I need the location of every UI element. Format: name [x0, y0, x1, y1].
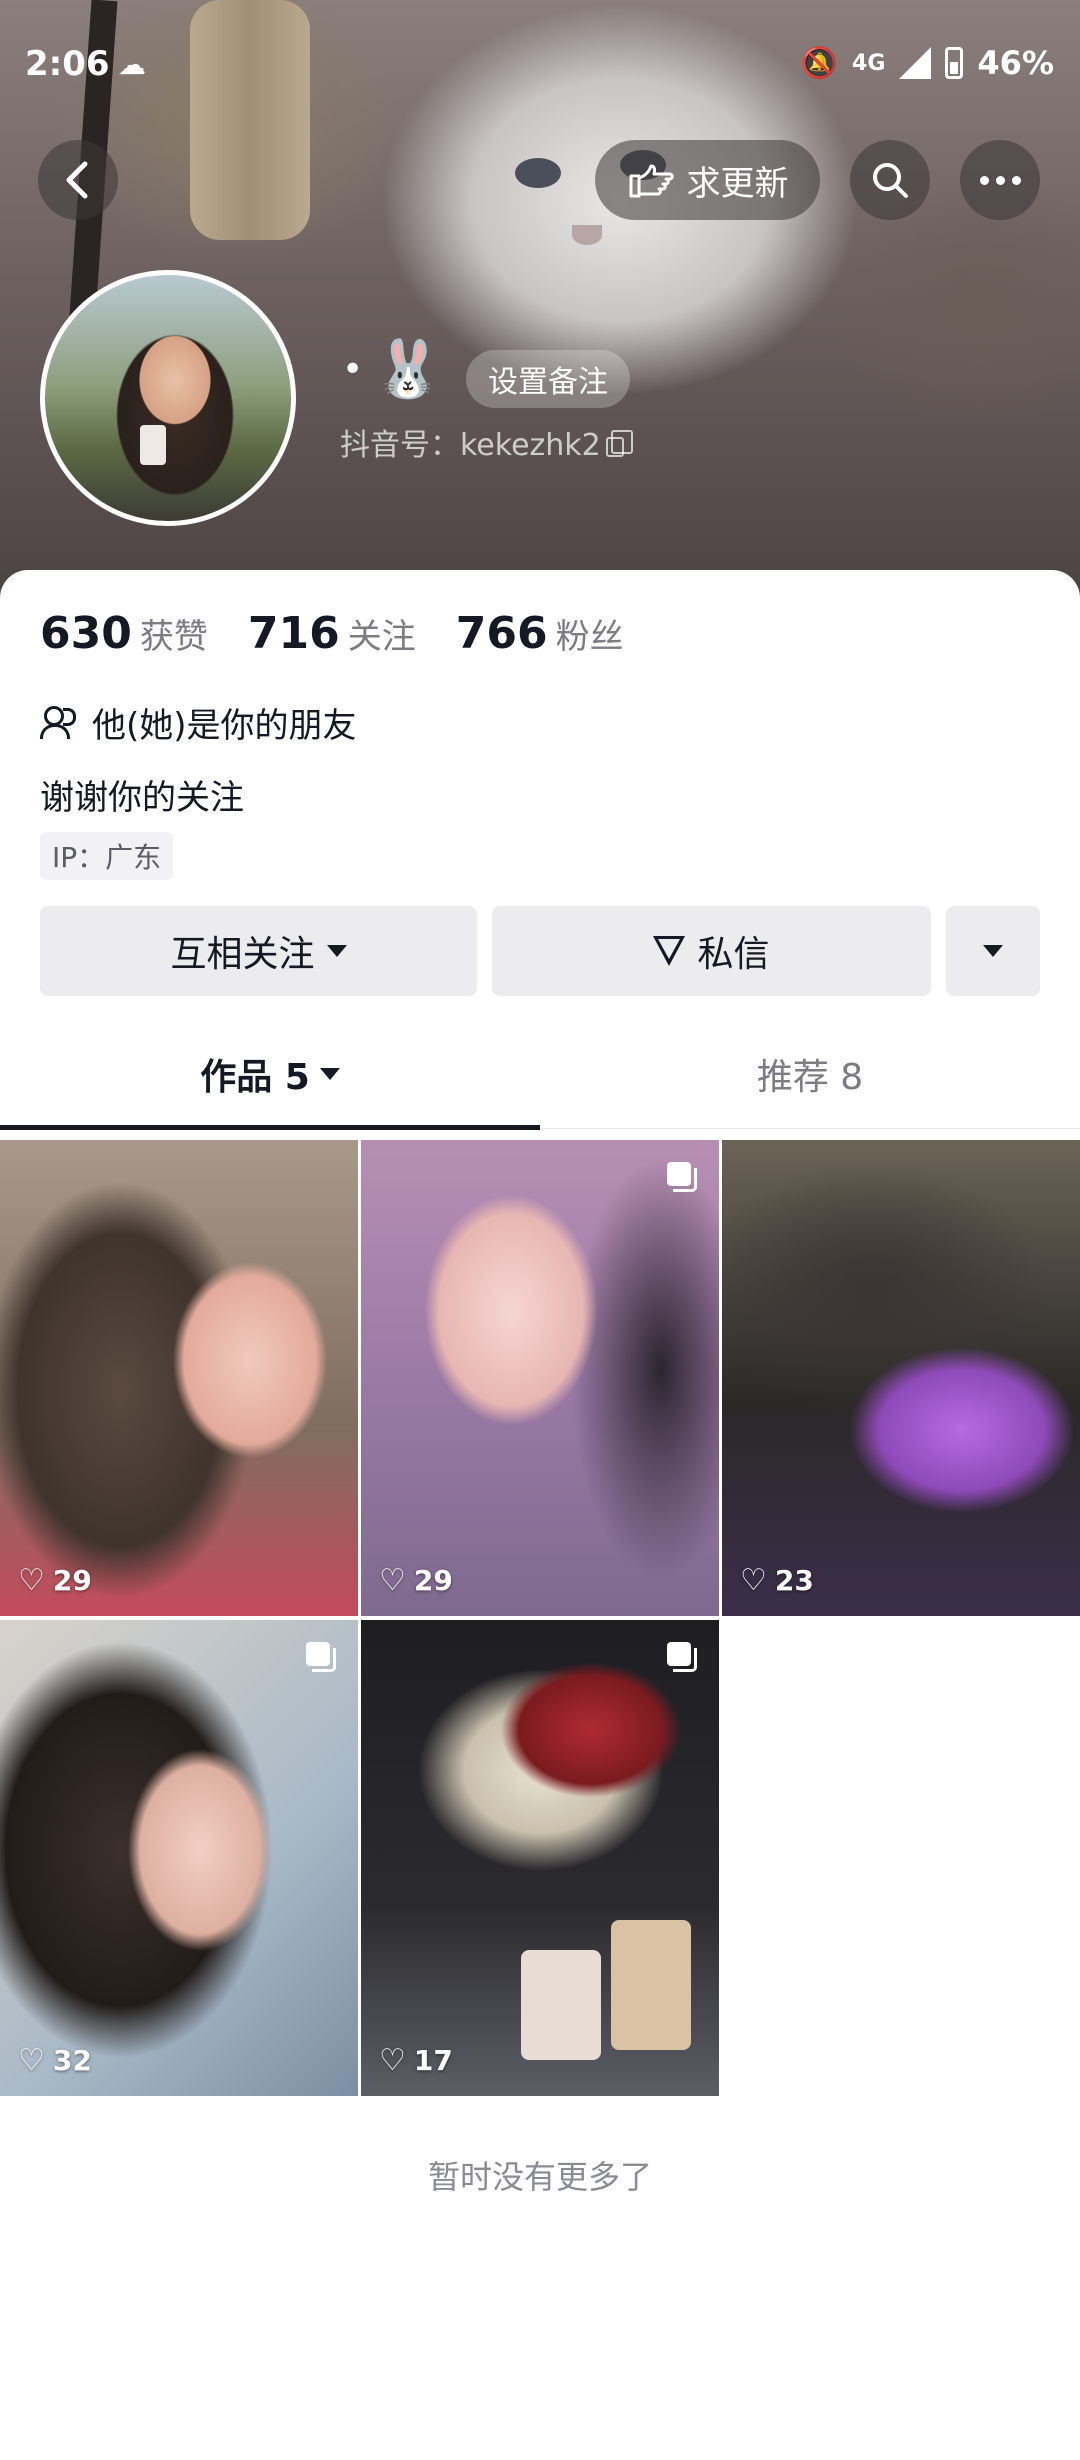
people-icon [40, 705, 78, 740]
friend-text: 他(她)是你的朋友 [92, 706, 357, 746]
heart-icon: ♡ [18, 2043, 45, 2078]
battery-percent: 46% [977, 44, 1054, 82]
chevron-left-icon [66, 161, 88, 199]
tab-recommended[interactable]: 推荐 8 [540, 1020, 1080, 1128]
like-count: ♡ 17 [379, 2043, 453, 2078]
search-button[interactable] [850, 140, 930, 220]
multi-image-icon [306, 1642, 336, 1672]
avatar[interactable] [40, 270, 296, 526]
nickname-emoji: 🐰 [373, 337, 443, 402]
like-count: ♡ 23 [740, 1563, 814, 1598]
more-actions-button[interactable] [946, 906, 1040, 996]
tab-recommended-label: 推荐 8 [756, 1057, 864, 1098]
heart-icon: ♡ [18, 1563, 45, 1598]
request-update-label: 求更新 [686, 163, 789, 204]
stat-followers[interactable]: 766 粉丝 [456, 608, 624, 659]
stat-likes-label: 获赞 [139, 617, 208, 657]
stat-followers-num: 766 [455, 608, 548, 659]
content-tabs: 作品 5 推荐 8 [0, 1020, 1080, 1130]
mute-bell-icon: 🔕 [800, 45, 839, 81]
tab-works[interactable]: 作品 5 [0, 1020, 540, 1130]
douyin-id[interactable]: 抖音号：kekezhk2 [340, 420, 633, 464]
caret-down-icon [983, 945, 1003, 957]
stat-likes[interactable]: 630 获赞 [40, 608, 208, 659]
caret-down-icon [326, 945, 347, 957]
caret-down-icon [319, 1068, 340, 1080]
more-button[interactable] [960, 140, 1040, 220]
like-count: ♡ 29 [18, 1563, 92, 1598]
like-count-value: 29 [413, 1564, 453, 1597]
video-tile[interactable]: ♡ 29 [361, 1140, 719, 1616]
tab-active-indicator [0, 1125, 540, 1130]
battery-icon [945, 47, 964, 79]
cloud-icon: ☁ [118, 48, 146, 81]
stat-following-num: 716 [247, 608, 340, 659]
multi-image-icon [667, 1162, 697, 1192]
heart-icon: ♡ [740, 1563, 767, 1598]
douyin-id-text: 抖音号：kekezhk2 [340, 428, 601, 463]
nickname: • 🐰 [342, 340, 443, 400]
avatar-cup [140, 425, 166, 465]
tile-cup [521, 1950, 601, 2060]
like-count: ♡ 29 [379, 1563, 453, 1598]
action-buttons: 互相关注 私信 [40, 906, 1040, 996]
like-count-value: 23 [774, 1564, 814, 1597]
stats-row: 630 获赞 716 关注 766 粉丝 [40, 608, 624, 659]
message-button[interactable]: 私信 [492, 906, 931, 996]
stat-following-label: 关注 [347, 617, 416, 657]
friend-indicator: 他(她)是你的朋友 [40, 698, 357, 747]
bio: 谢谢你的关注 [40, 778, 244, 818]
multi-image-icon [667, 1642, 697, 1672]
heart-icon: ♡ [379, 2043, 406, 2078]
copy-icon[interactable] [605, 430, 633, 457]
cat-nose [572, 225, 602, 245]
ip-location-badge: IP：广东 [40, 832, 174, 880]
search-icon [873, 163, 908, 198]
video-tile[interactable]: ♡ 32 [0, 1620, 358, 2096]
like-count: ♡ 32 [18, 2043, 92, 2078]
profile-card: 630 获赞 716 关注 766 粉丝 他(她)是你的朋友 谢谢你的关注 IP：广东… [0, 570, 1080, 2460]
back-button[interactable] [38, 140, 118, 220]
network-type: 4G [852, 50, 886, 76]
status-bar: 2:06 ☁ 🔕 4G 46% [0, 0, 1080, 130]
pointing-hand-icon [629, 164, 674, 198]
cat-eye-left [515, 158, 561, 188]
mutual-follow-button[interactable]: 互相关注 [40, 906, 477, 996]
like-count-value: 32 [52, 2044, 92, 2077]
request-update-button[interactable]: 求更新 [595, 140, 820, 220]
set-remark-button[interactable]: 设置备注 [466, 350, 630, 408]
message-label: 私信 [697, 934, 770, 975]
video-tile[interactable]: ♡ 29 [0, 1140, 358, 1616]
like-count-value: 29 [52, 1564, 92, 1597]
mutual-follow-label: 互相关注 [170, 934, 315, 975]
heart-icon: ♡ [379, 1563, 406, 1598]
video-tile[interactable]: ♡ 17 [361, 1620, 719, 2096]
send-icon [653, 936, 686, 966]
nickname-dot: • [342, 349, 364, 390]
tile-cup [611, 1920, 691, 2050]
more-dots-icon [979, 175, 1021, 185]
stat-followers-label: 粉丝 [555, 617, 624, 657]
video-tile[interactable]: ♡ 23 [722, 1140, 1080, 1616]
tab-works-label: 作品 5 [200, 1057, 310, 1098]
no-more-content: 暂时没有更多了 [427, 2158, 652, 2196]
like-count-value: 17 [413, 2044, 453, 2077]
status-time: 2:06 [25, 44, 110, 84]
status-right: 🔕 4G 46% [801, 44, 1054, 82]
stat-likes-num: 630 [40, 608, 132, 659]
stat-following[interactable]: 716 关注 [248, 608, 416, 659]
signal-icon [899, 47, 932, 79]
